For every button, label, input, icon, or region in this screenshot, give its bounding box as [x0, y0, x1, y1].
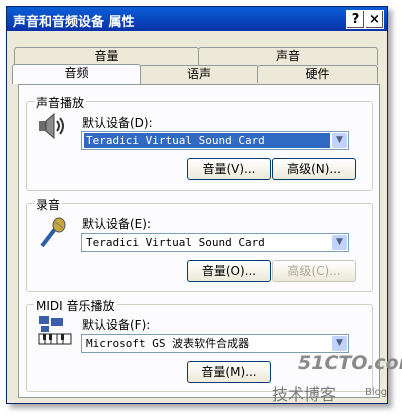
title-bar: 声音和音频设备 属性 ? × [7, 7, 387, 31]
watermark-blog: Blog [365, 387, 388, 398]
playback-device-value: Teradici Virtual Sound Card [84, 133, 330, 148]
recording-advanced-button: 高级(C)... [272, 260, 356, 282]
speaker-icon [39, 112, 64, 140]
tab-audio[interactable]: 音频 [12, 64, 141, 84]
chevron-down-icon[interactable]: ▼ [332, 133, 347, 148]
chevron-down-icon[interactable]: ▼ [332, 336, 347, 351]
recording-device-select[interactable]: Teradici Virtual Sound Card ▼ [81, 233, 349, 252]
playback-device-label: 默认设备(D): [82, 116, 153, 130]
midi-device-value: Microsoft GS 波表软件合成器 [86, 337, 250, 350]
help-button[interactable]: ? [346, 10, 365, 29]
playback-advanced-button[interactable]: 高级(N)... [272, 158, 356, 180]
playback-group-title: 声音播放 [34, 94, 87, 111]
midi-keyboard-icon [38, 316, 72, 345]
midi-group-title: MIDI 音乐播放 [34, 297, 117, 314]
midi-volume-button[interactable]: 音量(M)... [187, 361, 271, 383]
tab-hardware[interactable]: 硬件 [257, 65, 378, 83]
tab-sounds[interactable]: 声音 [198, 47, 378, 65]
recording-device-value: Teradici Virtual Sound Card [86, 236, 265, 249]
watermark-subtitle: 技术博客 [272, 385, 337, 404]
playback-device-select[interactable]: Teradici Virtual Sound Card ▼ [81, 131, 349, 150]
midi-device-label: 默认设备(F): [82, 318, 151, 332]
close-button[interactable]: × [365, 10, 384, 29]
window-title: 声音和音频设备 属性 [13, 15, 135, 30]
watermark-site: 51CTO.com [298, 352, 402, 374]
chevron-down-icon[interactable]: ▼ [332, 235, 347, 250]
playback-volume-button[interactable]: 音量(V)... [187, 158, 271, 180]
recording-device-label: 默认设备(E): [82, 217, 151, 231]
recording-volume-button[interactable]: 音量(O)... [187, 260, 271, 282]
midi-device-select[interactable]: Microsoft GS 波表软件合成器 ▼ [81, 334, 349, 353]
tab-volume[interactable]: 音量 [14, 47, 199, 65]
recording-group-title: 录音 [34, 196, 63, 213]
microphone-icon [40, 217, 66, 248]
tab-voice[interactable]: 语声 [139, 65, 259, 83]
